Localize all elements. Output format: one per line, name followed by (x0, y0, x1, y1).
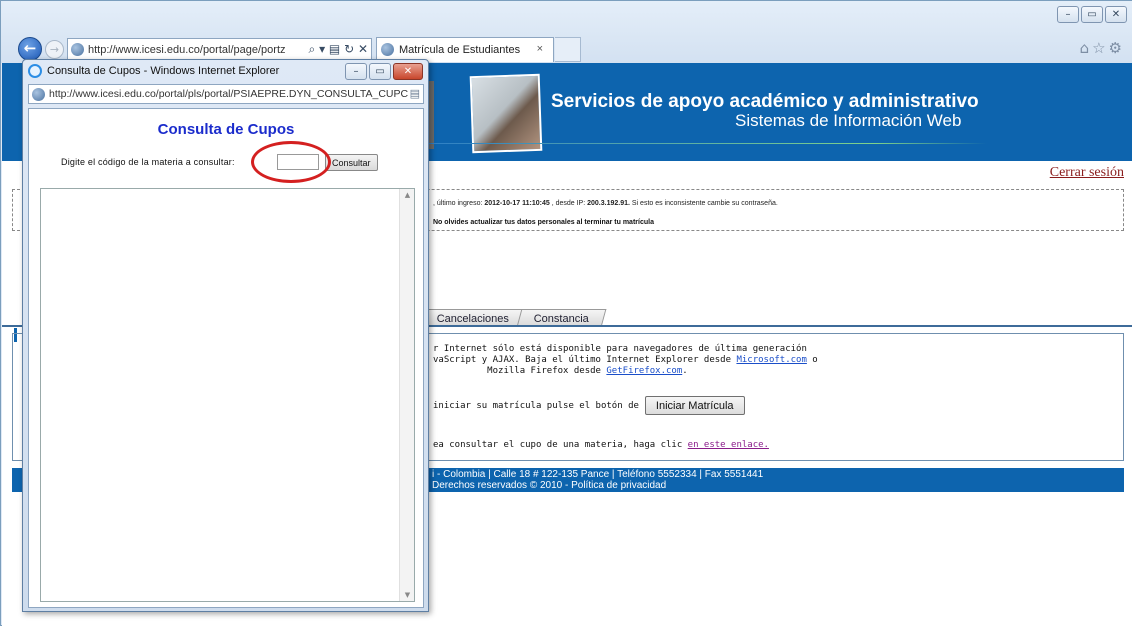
query-row: ea consultar el cupo de una materia, hag… (433, 440, 769, 450)
notice-line2-end: o (806, 355, 818, 365)
popup-title: Consulta de Cupos - Windows Internet Exp… (47, 65, 280, 77)
logout-link[interactable]: Cerrar sesión (1050, 165, 1124, 181)
tab-title: Matrícula de Estudiantes (399, 44, 521, 56)
last-login-ip: 200.3.192.91. (587, 200, 630, 207)
close-button[interactable]: ✕ (1105, 6, 1127, 23)
browser-toolbar: – ▭ ✕ ← → http://www.icesi.edu.co/portal… (1, 1, 1132, 63)
browser-notice: r Internet sólo está disponible para nav… (433, 344, 818, 377)
popup-restore-button[interactable]: ▭ (369, 63, 391, 80)
start-prompt: iniciar su matrícula pulse el botón de (433, 400, 639, 411)
globe-icon (381, 43, 394, 56)
new-tab-button[interactable] (555, 37, 581, 62)
banner-subtitle: Sistemas de Información Web (735, 111, 962, 130)
notice-line1: r Internet sólo está disponible para nav… (433, 344, 807, 354)
home-favorites-settings-icon[interactable]: ⌂☆⚙ (1080, 39, 1125, 57)
notice-line3: Mozilla Firefox desde (433, 366, 607, 376)
notice-line3-end: . (682, 366, 688, 376)
window-controls: – ▭ ✕ (1057, 6, 1127, 23)
minimize-button[interactable]: – (1057, 6, 1079, 23)
address-tools-icon[interactable]: ⌕ ▾ ▤ ↻ ✕ (305, 42, 368, 57)
banner-photo (469, 73, 543, 154)
last-login-date: 2012-10-17 11:10:45 (484, 200, 550, 207)
popup-window-controls: – ▭ ✕ (345, 63, 423, 80)
globe-icon (71, 43, 84, 56)
ie-logo-icon (28, 64, 42, 78)
results-scrollbar[interactable]: ▲ ▼ (399, 189, 414, 601)
microsoft-link[interactable]: Microsoft.com (736, 355, 806, 365)
query-link[interactable]: en este enlace. (688, 440, 769, 450)
login-info-suffix: Si esto es inconsistente cambie su contr… (629, 200, 778, 207)
popup-close-button[interactable]: ✕ (393, 63, 423, 80)
footer-rights: Derechos reservados © 2010 - Política de… (432, 480, 667, 491)
address-bar[interactable]: http://www.icesi.edu.co/portal/page/port… (67, 38, 372, 61)
login-info: , último ingreso: 2012-10-17 11:10:45 , … (433, 200, 778, 207)
popup-address-bar[interactable]: http://www.icesi.edu.co/portal/pls/porta… (28, 84, 424, 104)
footer-address: i - Colombia | Calle 18 # 122-135 Pance … (432, 469, 764, 480)
back-button[interactable]: ← (18, 37, 42, 61)
notice-line2: vaScript y AJAX. Baja el último Internet… (433, 355, 737, 365)
popup-body: Consulta de Cupos Digite el código de la… (28, 108, 424, 608)
popup-address-url: http://www.icesi.edu.co/portal/pls/porta… (49, 88, 409, 100)
highlight-circle (251, 141, 331, 183)
tab-close-icon[interactable]: × (537, 43, 543, 55)
scroll-down-icon[interactable]: ▼ (400, 591, 415, 599)
course-code-prompt: Digite el código de la materia a consult… (61, 157, 235, 167)
globe-icon (32, 88, 45, 101)
update-data-message: No olvides actualizar tus datos personal… (433, 219, 654, 226)
start-enrollment-row: iniciar su matrícula pulse el botón de I… (433, 396, 745, 415)
results-area[interactable]: ▲ ▼ (40, 188, 415, 602)
scroll-up-icon[interactable]: ▲ (400, 191, 415, 199)
banner-title: Servicios de apoyo académico y administr… (551, 91, 979, 112)
address-url: http://www.icesi.edu.co/portal/page/port… (88, 43, 286, 56)
popup-heading: Consulta de Cupos (157, 121, 295, 138)
popup-window: Consulta de Cupos - Windows Internet Exp… (22, 59, 429, 612)
start-enrollment-button[interactable]: Iniciar Matrícula (644, 396, 745, 415)
banner-divider (427, 143, 987, 144)
consult-button[interactable]: Consultar (325, 154, 378, 171)
firefox-link[interactable]: GetFirefox.com (606, 366, 682, 376)
login-info-prefix: , último ingreso: (433, 200, 485, 207)
query-prompt: ea consultar el cupo de una materia, hag… (433, 440, 688, 450)
page-icon: ▤ (407, 85, 420, 103)
popup-minimize-button[interactable]: – (345, 63, 367, 80)
forward-button[interactable]: → (45, 40, 64, 59)
restore-button[interactable]: ▭ (1081, 6, 1103, 23)
login-info-mid: , desde IP: (549, 200, 588, 207)
